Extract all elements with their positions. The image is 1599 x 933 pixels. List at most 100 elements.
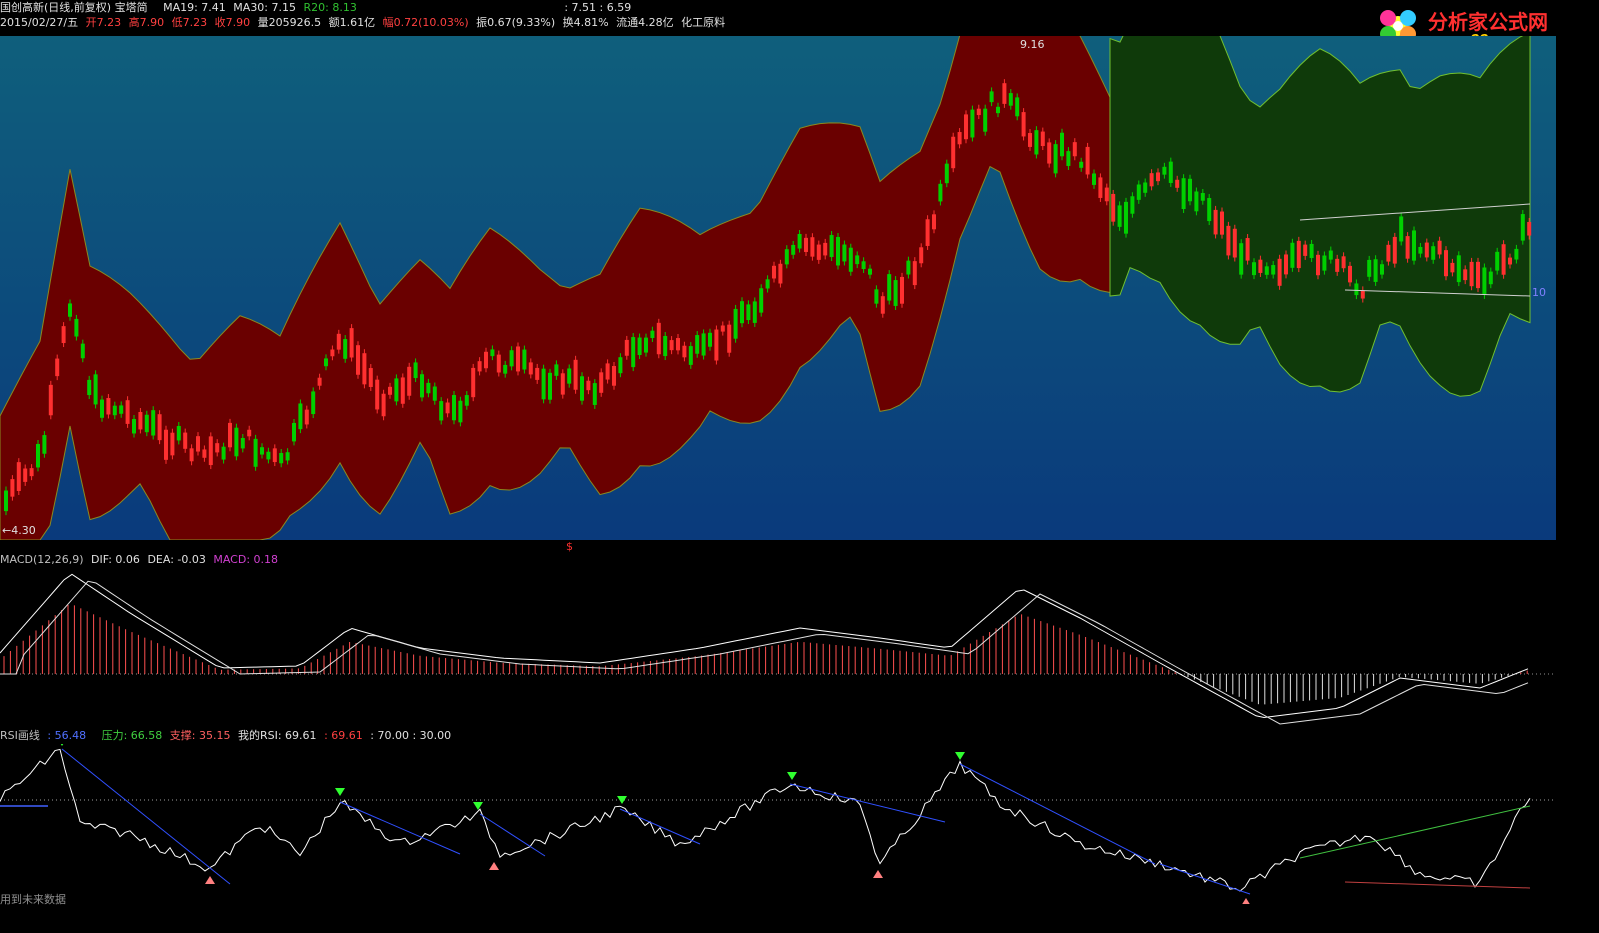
candle-body: [874, 289, 879, 304]
candle-body: [1322, 255, 1327, 271]
candle-body: [1213, 209, 1218, 235]
candle-body: [426, 382, 431, 394]
candle-body: [1424, 242, 1429, 258]
candle-body: [272, 448, 277, 463]
candle-body: [663, 335, 668, 357]
volume: 量205926.5: [257, 16, 322, 29]
open-price: 开7.23: [85, 16, 122, 29]
candle-body: [29, 468, 34, 477]
candle-body: [816, 244, 821, 260]
candle-body: [253, 438, 258, 467]
candle-body: [1021, 112, 1026, 137]
rsi-my: 我的RSI: 69.61: [237, 729, 317, 742]
candle-body: [1092, 173, 1096, 185]
candle-body: [1437, 240, 1442, 255]
macd-name: MACD(12,26,9): [0, 553, 84, 566]
candle-body: [42, 435, 47, 454]
macd-chart[interactable]: [0, 568, 1556, 728]
candle-body: [906, 260, 911, 275]
candle-body: [1200, 192, 1205, 201]
rsi-v1: : 56.48: [47, 729, 87, 742]
candle-body: [1508, 257, 1512, 265]
candle-body: [1098, 177, 1103, 198]
rsi-trend-line: [1159, 863, 1251, 895]
candle-body: [1264, 266, 1269, 275]
candle-body: [919, 247, 924, 264]
candle-body: [503, 364, 508, 374]
candle-body: [100, 399, 104, 418]
candle-body: [1207, 198, 1212, 222]
candle-body: [1482, 267, 1487, 295]
candle-body: [733, 308, 738, 339]
rsi-red-line: [1344, 881, 1531, 889]
candle-body: [1175, 179, 1180, 188]
right-label: 10: [1532, 286, 1546, 299]
rsi-press: 压力: 66.58: [101, 729, 163, 742]
candle-body: [311, 391, 316, 415]
candle-body: [823, 242, 828, 256]
candle-body: [1136, 184, 1141, 200]
candle-body: [279, 452, 284, 464]
candle-body: [976, 108, 981, 116]
candle-body: [106, 398, 111, 415]
candle-body: [1444, 250, 1448, 277]
candle-body: [573, 359, 578, 390]
candle-body: [1520, 214, 1525, 241]
candle-body: [119, 405, 124, 414]
candle-body: [983, 108, 988, 132]
high-price: 高7.90: [128, 16, 165, 29]
candle-body: [586, 380, 591, 391]
candle-body: [1501, 244, 1506, 275]
candle-body: [1220, 211, 1224, 235]
candle-body: [93, 374, 98, 405]
candle-body: [266, 451, 271, 460]
candle-body: [1040, 131, 1045, 147]
candle-body: [682, 345, 687, 358]
candle-body: [925, 219, 930, 246]
price-chart[interactable]: 9.16 ←4.30 10: [0, 0, 1556, 541]
candle-body: [36, 443, 40, 468]
candle-body: [727, 324, 732, 353]
candle-body: [1463, 269, 1468, 281]
candle-body: [1252, 262, 1256, 276]
candle-body: [893, 280, 898, 306]
candle-body: [381, 393, 386, 417]
candle-body: [317, 377, 322, 386]
candle-body: [938, 183, 943, 202]
candle-body: [477, 361, 482, 372]
candle-body: [1367, 259, 1372, 277]
candle-body: [855, 255, 860, 265]
candle-body: [1188, 178, 1192, 202]
candle-body: [16, 462, 21, 491]
candle-body: [880, 296, 885, 314]
candle-body: [791, 244, 796, 255]
candle-body: [458, 400, 463, 423]
r20-value: R20: 8.13: [303, 1, 357, 14]
candle-body: [170, 432, 175, 456]
candle-body: [951, 136, 956, 169]
low-label: ←4.30: [2, 524, 36, 537]
candle-body: [599, 372, 604, 393]
candle-body: [1053, 144, 1058, 174]
candle-body: [362, 353, 367, 385]
high-label: 9.16: [1020, 38, 1045, 51]
candle-body: [80, 343, 85, 359]
candle-body: [471, 367, 476, 398]
change: 幅0.72(10.03%): [382, 16, 469, 29]
candle-body: [4, 490, 8, 512]
macd-value: MACD: 0.18: [213, 553, 279, 566]
candle-body: [1316, 254, 1320, 276]
rsi-v3: : 70.00 : 30.00: [370, 729, 452, 742]
candle-body: [528, 362, 533, 375]
candle-body: [394, 378, 399, 402]
candle-body: [356, 345, 360, 375]
candle-body: [1405, 236, 1410, 259]
candle-body: [1047, 142, 1052, 164]
ma19-value: MA19: 7.41: [163, 1, 226, 14]
candle-body: [887, 274, 892, 301]
rsi-chart[interactable]: [0, 738, 1556, 906]
candle-body: [439, 401, 444, 421]
candle-body: [234, 427, 239, 457]
candle-body: [1348, 265, 1352, 283]
candle-body: [842, 244, 847, 262]
